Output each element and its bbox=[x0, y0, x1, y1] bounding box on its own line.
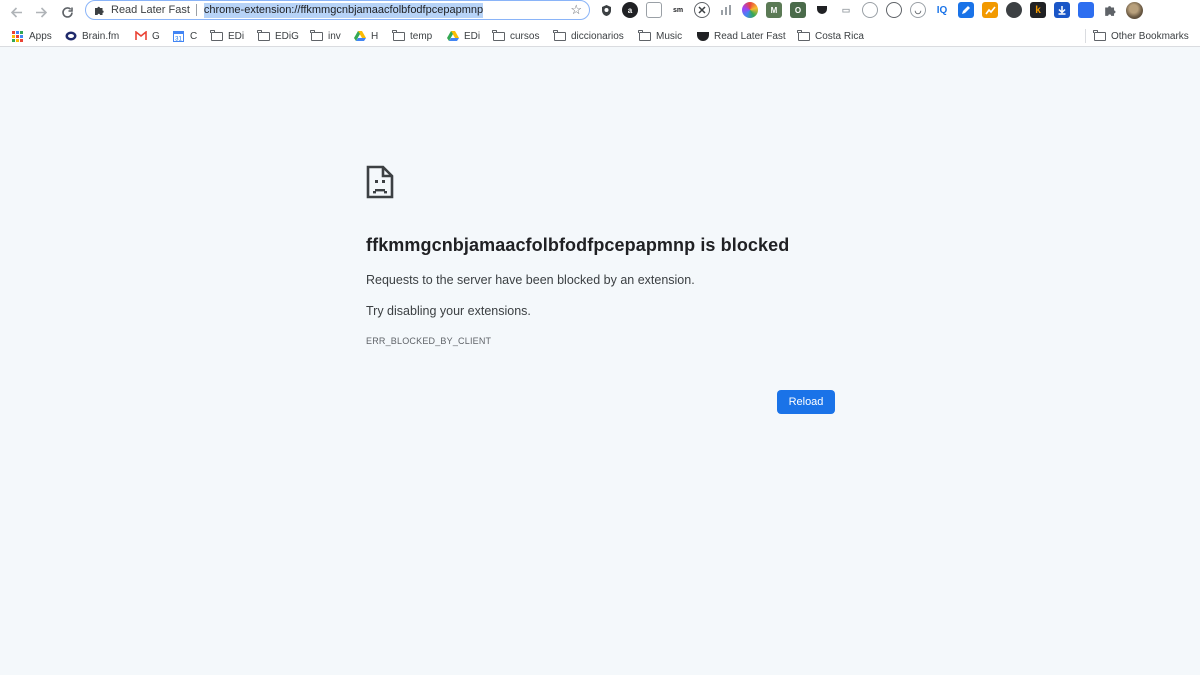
calendar-icon: 31 bbox=[172, 30, 185, 42]
bookmark-label: EDiG bbox=[275, 30, 299, 42]
bookmark-apps[interactable]: Apps bbox=[11, 29, 52, 43]
o-extension-icon[interactable]: O bbox=[790, 2, 806, 18]
bookmark-folder-costa-rica[interactable]: Costa Rica bbox=[797, 29, 864, 43]
folder-icon bbox=[553, 29, 566, 42]
color-wheel-extension-icon[interactable] bbox=[742, 2, 758, 18]
chart-extension-icon[interactable] bbox=[982, 2, 998, 18]
bookmark-label: Brain.fm bbox=[82, 30, 120, 42]
sm-extension-icon[interactable]: sm bbox=[670, 2, 686, 18]
extension-toolbar: a sm ✕ M O ▭ ◡ IQ k bbox=[598, 1, 1143, 19]
apps-grid-icon bbox=[11, 30, 24, 42]
compass-extension-icon[interactable] bbox=[862, 2, 878, 18]
bookmark-folder-temp[interactable]: temp bbox=[392, 29, 432, 43]
bookmark-label: Costa Rica bbox=[815, 30, 864, 42]
iq-extension-icon[interactable]: IQ bbox=[934, 2, 950, 18]
bookmark-gmail[interactable]: G bbox=[134, 29, 160, 43]
folder-icon bbox=[392, 29, 405, 42]
address-bar[interactable]: Read Later Fast chrome-extension://ffkmm… bbox=[85, 0, 590, 20]
error-headline: ffkmmgcnbjamaacfolbfodfpcepapmnp is bloc… bbox=[366, 235, 790, 255]
error-page-content: ffkmmgcnbjamaacfolbfodfpcepapmnp is bloc… bbox=[366, 165, 836, 414]
m-extension-icon[interactable]: M bbox=[766, 2, 782, 18]
bookmark-calendar[interactable]: 31 C bbox=[172, 29, 197, 43]
cube-extension-icon[interactable] bbox=[646, 2, 662, 18]
x-extension-icon[interactable]: ✕ bbox=[694, 2, 710, 18]
folder-icon bbox=[210, 29, 223, 42]
pocket-extension-icon[interactable] bbox=[814, 2, 830, 18]
circle-a-extension-icon[interactable]: a bbox=[622, 2, 638, 18]
bed-extension-icon[interactable]: ▭ bbox=[838, 2, 854, 18]
folder-icon bbox=[797, 29, 810, 42]
extension-name-chip: Read Later Fast bbox=[111, 4, 190, 16]
bookmark-label: G bbox=[152, 30, 160, 42]
bookmarks-bar: Apps Brain.fm G 31 C EDi EDiG inv H temp… bbox=[0, 25, 1200, 47]
bookmark-label: H bbox=[371, 30, 379, 42]
folder-icon bbox=[492, 29, 505, 42]
bookmark-drive-h[interactable]: H bbox=[353, 29, 378, 43]
svg-text:31: 31 bbox=[175, 36, 182, 42]
bookmark-folder-music[interactable]: Music bbox=[638, 29, 682, 43]
gmail-icon bbox=[134, 31, 147, 42]
puzzle-piece-icon bbox=[93, 4, 105, 16]
reload-icon[interactable] bbox=[56, 1, 78, 23]
forward-arrow-icon[interactable] bbox=[30, 1, 52, 23]
error-message: Requests to the server have been blocked… bbox=[366, 273, 695, 287]
reload-button[interactable]: Reload bbox=[777, 390, 835, 414]
browser-toolbar: Read Later Fast chrome-extension://ffkmm… bbox=[0, 0, 1200, 25]
k-extension-icon[interactable]: k bbox=[1030, 2, 1046, 18]
cloud-extension-icon[interactable] bbox=[1006, 2, 1022, 18]
drive-icon bbox=[353, 31, 366, 42]
edit-extension-icon[interactable] bbox=[958, 2, 974, 18]
cat-extension-icon[interactable]: ◡ bbox=[910, 2, 926, 18]
folder-icon bbox=[638, 29, 651, 42]
error-suggestion: Try disabling your extensions. bbox=[366, 304, 531, 318]
bookmark-folder-cursos[interactable]: cursos bbox=[492, 29, 539, 43]
sad-document-icon bbox=[366, 165, 394, 199]
bookmark-drive-edi[interactable]: EDi bbox=[446, 29, 480, 43]
other-bookmarks-label: Other Bookmarks bbox=[1111, 30, 1189, 42]
bookmark-label: inv bbox=[328, 30, 341, 42]
bookmark-label: cursos bbox=[510, 30, 540, 42]
bookmark-label: temp bbox=[410, 30, 433, 42]
bookmark-star-icon[interactable]: ☆ bbox=[570, 3, 582, 16]
bookmark-label: Music bbox=[656, 30, 683, 42]
shield-extension-icon[interactable] bbox=[598, 2, 614, 18]
bookmark-label: Apps bbox=[29, 30, 52, 42]
error-code: ERR_BLOCKED_BY_CLIENT bbox=[366, 336, 492, 346]
bookmark-label: EDi bbox=[228, 30, 245, 42]
other-bookmarks-folder[interactable]: Other Bookmarks bbox=[1093, 29, 1189, 43]
bookmark-label: diccionarios bbox=[571, 30, 624, 42]
folder-icon bbox=[1093, 29, 1106, 42]
url-text[interactable]: chrome-extension://ffkmmgcnbjamaacfolbfo… bbox=[203, 2, 484, 18]
omnibox-divider bbox=[195, 4, 197, 16]
profile-avatar[interactable] bbox=[1126, 1, 1143, 19]
bookmark-label: C bbox=[190, 30, 198, 42]
bookmark-label: EDi bbox=[464, 30, 481, 42]
folder-icon bbox=[310, 29, 323, 42]
bookmark-folder-diccionarios[interactable]: diccionarios bbox=[553, 29, 624, 43]
download-extension-icon[interactable] bbox=[1054, 2, 1070, 18]
bookmark-folder-edig[interactable]: EDiG bbox=[257, 29, 299, 43]
read-later-icon bbox=[696, 31, 709, 42]
bookmark-label: Read Later Fast bbox=[714, 30, 786, 42]
folder-icon bbox=[257, 29, 270, 42]
blue-app-extension-icon[interactable] bbox=[1078, 2, 1094, 18]
bookmark-read-later-fast[interactable]: Read Later Fast bbox=[696, 29, 786, 43]
bars-extension-icon[interactable] bbox=[718, 2, 734, 18]
puzzle-extensions-icon[interactable] bbox=[1102, 2, 1118, 18]
bookmark-folder-inv[interactable]: inv bbox=[310, 29, 341, 43]
brainfm-icon bbox=[64, 31, 77, 42]
bookmark-brainfm[interactable]: Brain.fm bbox=[64, 29, 119, 43]
globe-extension-icon[interactable] bbox=[886, 2, 902, 18]
bookmark-folder-edi[interactable]: EDi bbox=[210, 29, 244, 43]
drive-icon bbox=[446, 31, 459, 42]
back-arrow-icon[interactable] bbox=[5, 1, 27, 23]
bookmarks-divider bbox=[1085, 29, 1086, 43]
